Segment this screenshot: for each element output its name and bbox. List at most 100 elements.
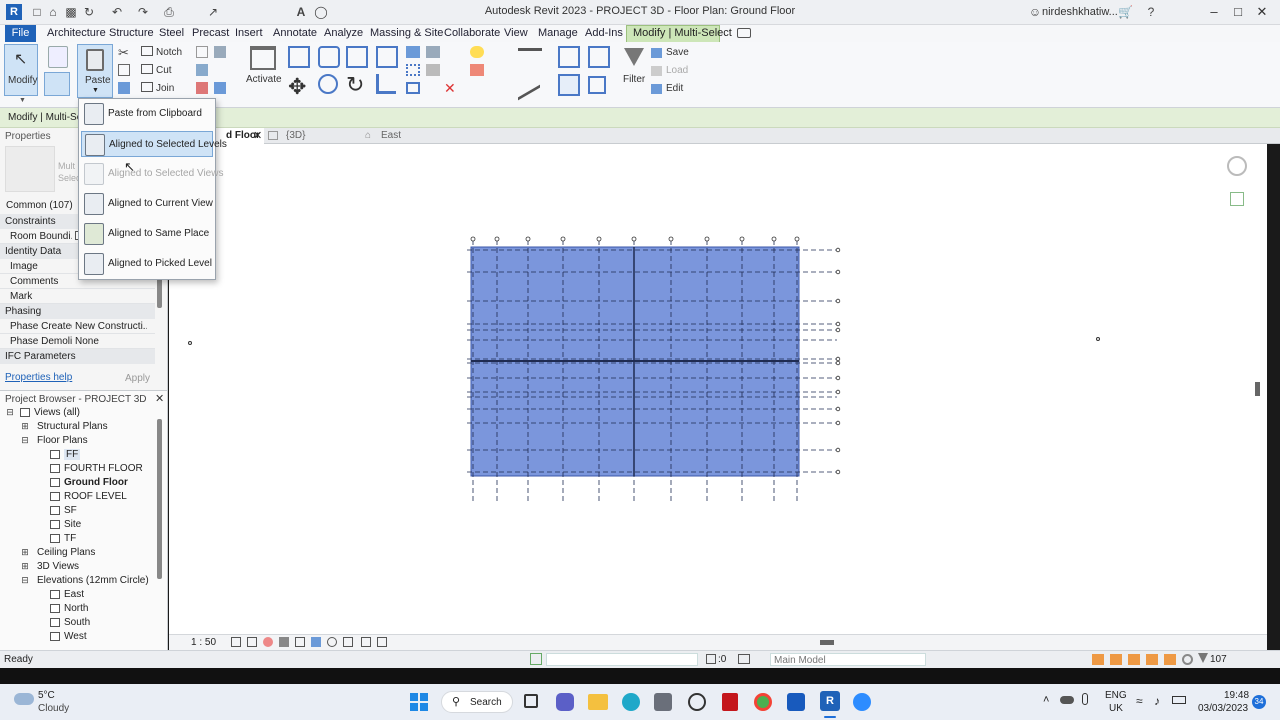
close-icon[interactable]: ✕ — [155, 392, 164, 405]
filter-label[interactable]: Filter — [623, 74, 645, 85]
override-icon[interactable] — [470, 64, 484, 76]
load-selection-label[interactable]: Load — [666, 65, 688, 76]
notch-label[interactable]: Notch — [156, 47, 182, 58]
tab-options-icon[interactable] — [737, 28, 751, 38]
edit-selection-label[interactable]: Edit — [666, 83, 683, 94]
array-icon[interactable] — [406, 64, 420, 76]
start-icon[interactable] — [410, 693, 428, 711]
match-type-icon[interactable] — [118, 82, 130, 94]
prop-phase-created[interactable]: Phase Created New Constructi... — [0, 319, 155, 334]
prop-mark[interactable]: Mark — [0, 289, 155, 304]
apply-button[interactable]: Apply — [125, 373, 150, 384]
tree-floor-ground[interactable]: Ground Floor — [64, 477, 128, 488]
align-icon[interactable] — [288, 46, 310, 68]
tab-collaborate[interactable]: Collaborate — [444, 27, 500, 39]
modify-button[interactable]: ↖ Modify — [4, 44, 38, 96]
edge-icon[interactable] — [622, 693, 640, 711]
demolish-icon[interactable] — [196, 82, 208, 94]
tree-views-all[interactable]: Views (all) — [34, 407, 80, 418]
cut-geometry-icon[interactable] — [141, 64, 153, 74]
tree-elevations[interactable]: Elevations (12mm Circle) — [37, 575, 149, 586]
tab-analyze[interactable]: Analyze — [324, 27, 363, 39]
section-phasing[interactable]: Phasing — [0, 304, 155, 319]
expand-icon[interactable]: ⊞ — [21, 422, 29, 431]
temporary-hide-icon[interactable] — [311, 637, 321, 647]
analytical-model-icon[interactable] — [343, 637, 353, 647]
load-selection-icon[interactable] — [651, 66, 662, 76]
prop-phase-demolished[interactable]: Phase Demoli...None — [0, 334, 155, 349]
select-pinned-icon[interactable] — [1128, 654, 1140, 665]
notification-badge[interactable]: 34 — [1252, 695, 1266, 709]
move-icon[interactable]: ✥ — [288, 74, 306, 100]
unpin-icon[interactable] — [426, 64, 440, 76]
vertical-scrollbar[interactable] — [1255, 382, 1260, 396]
tab-architecture[interactable]: Architecture — [47, 27, 106, 39]
weather-icon[interactable] — [14, 693, 34, 705]
sun-path-icon[interactable] — [263, 637, 273, 647]
similar-icon[interactable] — [588, 76, 606, 94]
dell-icon[interactable] — [688, 693, 706, 711]
pin-icon[interactable] — [426, 46, 440, 58]
workset-icon[interactable] — [530, 653, 542, 665]
aligned-to-picked-level[interactable]: Aligned to Picked Level — [81, 251, 213, 277]
ribbon-expand-icon[interactable]: ▼ — [19, 97, 26, 104]
chrome-icon[interactable] — [754, 693, 772, 711]
weather-temp[interactable]: 5°C — [38, 690, 55, 701]
tab-annotate[interactable]: Annotate — [273, 27, 317, 39]
offset-icon[interactable] — [318, 46, 340, 68]
create-group-icon[interactable] — [558, 74, 580, 96]
tab-3d[interactable]: {3D} — [286, 130, 305, 141]
user-icon[interactable]: ☺ — [1028, 5, 1042, 19]
language-indicator[interactable]: ENG — [1105, 690, 1127, 701]
scale-icon[interactable] — [406, 82, 420, 94]
tab-east[interactable]: East — [381, 130, 401, 141]
edit-selection-icon[interactable] — [651, 84, 662, 94]
taskbar-search[interactable]: ⚲ Search — [441, 691, 513, 713]
prop-value[interactable]: None — [75, 336, 147, 347]
clock-date[interactable]: 03/03/2023 — [1198, 703, 1248, 714]
join-icon[interactable] — [141, 82, 153, 92]
type-properties-icon[interactable] — [48, 46, 68, 68]
tree-floor-sf[interactable]: SF — [64, 505, 77, 516]
drawing-canvas[interactable] — [169, 144, 1267, 634]
maximize-button[interactable]: □ — [1228, 3, 1248, 21]
tab-view[interactable]: View — [504, 27, 528, 39]
tab-add-ins[interactable]: Add-Ins — [585, 27, 623, 39]
tree-elev-east[interactable]: East — [64, 589, 84, 600]
zoom-icon[interactable] — [1230, 192, 1244, 206]
task-view-icon[interactable] — [524, 694, 538, 708]
tree-3d-views[interactable]: 3D Views — [37, 561, 79, 572]
properties-filter[interactable]: Common (107) — [6, 200, 73, 211]
reveal-constraints-icon[interactable] — [377, 637, 387, 647]
mirror-axis-icon[interactable] — [346, 46, 368, 68]
collapse-icon[interactable]: ⊟ — [21, 436, 29, 445]
tab-modify-multi-select[interactable]: Modify | Multi-Select — [626, 25, 732, 42]
pick-icon[interactable] — [214, 82, 226, 94]
properties-toggle-icon[interactable] — [44, 72, 70, 96]
tree-elev-south[interactable]: South — [64, 617, 90, 628]
paste-button[interactable]: Paste ▼ — [77, 44, 113, 98]
close-icon[interactable]: ✕ — [253, 129, 262, 142]
weather-desc[interactable]: Cloudy — [38, 703, 69, 714]
battery-icon[interactable] — [1172, 696, 1186, 704]
revit-taskbar-icon[interactable]: R — [820, 691, 840, 711]
shadows-icon[interactable] — [279, 637, 289, 647]
copy-icon[interactable] — [118, 64, 130, 76]
tree-floor-roof[interactable]: ROOF LEVEL — [64, 491, 127, 502]
detail-level-icon[interactable] — [231, 637, 241, 647]
activate-icon[interactable] — [250, 46, 276, 70]
create-parts-icon[interactable] — [588, 46, 610, 68]
tree-floor-fourth[interactable]: FOURTH FLOOR — [64, 463, 143, 474]
paint-icon[interactable] — [196, 64, 208, 76]
chat-icon[interactable] — [556, 693, 574, 711]
tab-steel[interactable]: Steel — [159, 27, 184, 39]
select-links-icon[interactable] — [1092, 654, 1104, 665]
select-underlay-icon[interactable] — [1110, 654, 1122, 665]
visual-style-icon[interactable] — [247, 637, 257, 647]
word-icon[interactable] — [787, 693, 805, 711]
section-ifc[interactable]: IFC Parameters — [0, 349, 155, 364]
drag-elements-icon[interactable] — [1164, 654, 1176, 665]
floor-plan-drawing[interactable] — [169, 144, 1267, 634]
select-by-face-icon[interactable] — [1146, 654, 1158, 665]
horizontal-scrollbar[interactable] — [820, 640, 834, 645]
